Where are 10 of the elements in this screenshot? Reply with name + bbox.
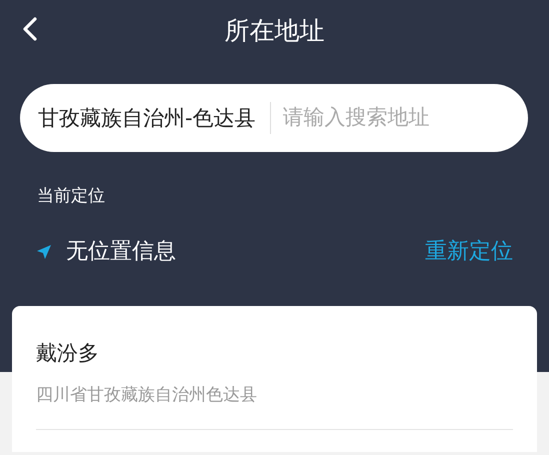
location-arrow-icon <box>36 244 52 260</box>
place-address: 四川省甘孜藏族自治州色达县 <box>36 384 257 407</box>
place-name: 戴汾多 <box>36 340 99 366</box>
region-selector[interactable]: 甘孜藏族自治州-色达县 <box>38 102 271 134</box>
relocate-link[interactable]: 重新定位 <box>425 235 513 268</box>
result-item[interactable]: 戴汾多 四川省甘孜藏族自治州色达县 <box>36 338 513 430</box>
page-title: 所在地址 <box>224 15 324 48</box>
location-text: 无位置信息 <box>66 238 176 266</box>
search-field[interactable]: 请输入搜索地址 <box>270 101 510 135</box>
section-label: 当前定位 <box>37 185 105 208</box>
